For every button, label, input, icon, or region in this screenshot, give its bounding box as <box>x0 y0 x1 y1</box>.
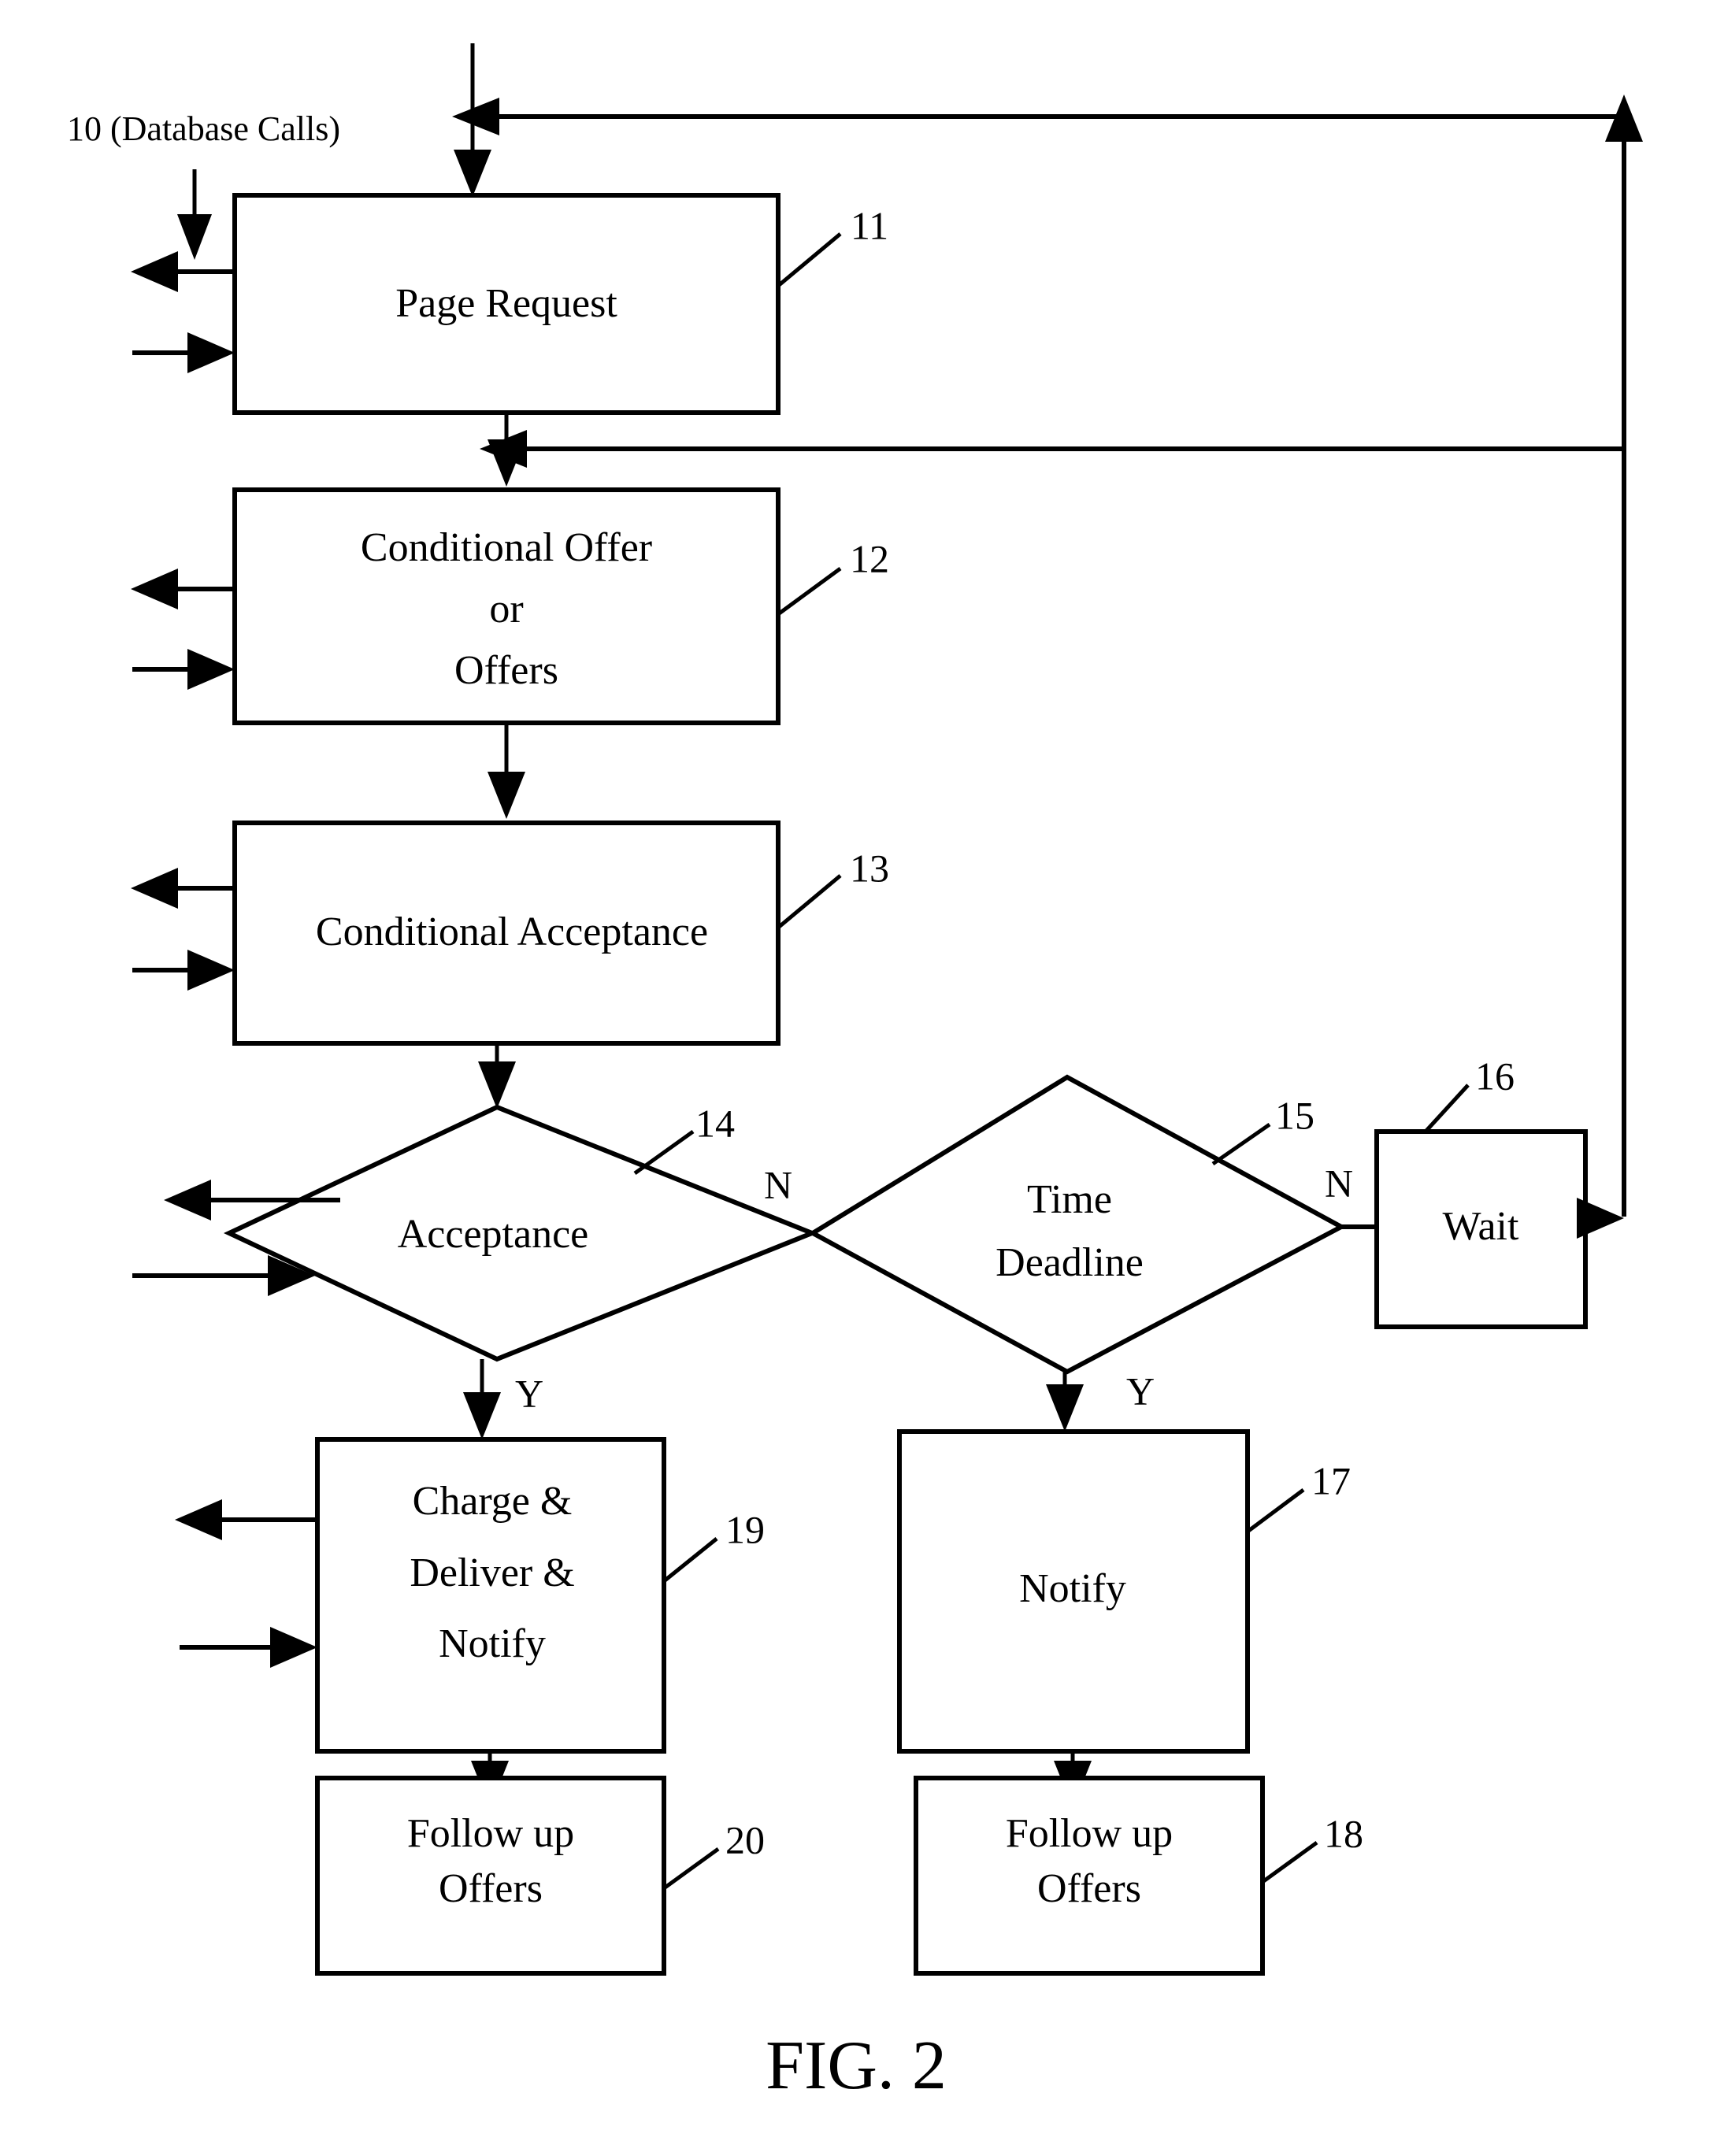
connector-wait-to-riser <box>1577 1198 1624 1239</box>
io-arrows-charge-deliver-notify <box>175 1499 317 1668</box>
node-page-request[interactable]: Page Request <box>232 193 780 415</box>
node-notify[interactable]: Notify <box>897 1429 1250 1754</box>
ref-15-leader: 15 <box>1211 1093 1314 1166</box>
ref-label-15: 15 <box>1275 1093 1314 1137</box>
ref-label-18: 18 <box>1324 1811 1363 1855</box>
time-deadline-diamond[interactable] <box>808 1074 1347 1375</box>
ref-19-leader: 19 <box>662 1507 765 1583</box>
ref-label-13: 13 <box>850 846 889 890</box>
conditional-offer-label-line1: Conditional Offer <box>361 525 652 570</box>
ref-11-leader: 11 <box>777 203 888 287</box>
time-deadline-label-line1: Time <box>1027 1177 1112 1222</box>
node-conditional-offer[interactable]: Conditional Offer or Offers <box>232 487 780 725</box>
notify-label: Notify <box>1019 1566 1126 1611</box>
branch-label-acceptance-yes: Y <box>515 1371 543 1415</box>
ref-16-leader: 16 <box>1424 1054 1515 1133</box>
feedback-line-second <box>480 430 1624 468</box>
flowchart-canvas: 10 (Database Calls) Page Request 11 Cond… <box>67 43 1643 2104</box>
branch-acceptance-yes: Y <box>463 1359 543 1439</box>
node-follow-up-offers-right[interactable]: Follow up Offers <box>914 1776 1265 1976</box>
feedback-line-top <box>452 98 1624 135</box>
ref-18-leader: 18 <box>1261 1811 1363 1884</box>
io-arrows-conditional-offer <box>131 569 235 690</box>
branch-label-acceptance-no: N <box>764 1162 792 1206</box>
io-arrows-page-request <box>131 251 235 373</box>
database-calls-annotation: 10 (Database Calls) <box>67 109 340 148</box>
branch-label-time-deadline-no: N <box>1325 1161 1353 1205</box>
wait-label: Wait <box>1443 1204 1519 1249</box>
acceptance-label: Acceptance <box>398 1212 588 1257</box>
ref-label-14: 14 <box>695 1101 735 1145</box>
branch-time-deadline-no: N <box>1325 1161 1377 1229</box>
node-follow-up-offers-left[interactable]: Follow up Offers <box>315 1776 666 1976</box>
ref-13-leader: 13 <box>777 846 889 929</box>
io-arrows-conditional-acceptance <box>131 868 235 991</box>
time-deadline-label-line2: Deadline <box>996 1240 1144 1285</box>
node-conditional-acceptance[interactable]: Conditional Acceptance <box>232 821 780 1046</box>
connector-offer-to-acceptance-box <box>488 723 525 819</box>
ref-12-leader: 12 <box>777 536 889 617</box>
ref-label-19: 19 <box>725 1507 765 1551</box>
feedback-riser-right <box>1605 94 1643 1217</box>
connector-page-request-to-offer <box>488 413 525 487</box>
conditional-offer-label-line3: Offers <box>454 648 558 693</box>
ref-label-16: 16 <box>1475 1054 1515 1098</box>
database-calls-arrow <box>177 169 212 260</box>
branch-label-time-deadline-yes: Y <box>1126 1369 1155 1413</box>
ref-label-17: 17 <box>1311 1458 1351 1502</box>
conditional-acceptance-label: Conditional Acceptance <box>316 909 708 954</box>
charge-deliver-notify-label-line2: Deliver & <box>410 1550 574 1595</box>
connector-acceptance-box-to-diamond <box>478 1043 516 1109</box>
branch-time-deadline-yes: Y <box>1046 1369 1155 1432</box>
patent-figure-2: 10 (Database Calls) Page Request 11 Cond… <box>0 0 1713 2156</box>
charge-deliver-notify-label-line3: Notify <box>439 1621 546 1666</box>
node-charge-deliver-notify[interactable]: Charge & Deliver & Notify <box>315 1437 666 1754</box>
follow-up-offers-right-label-line2: Offers <box>1037 1866 1141 1911</box>
node-time-deadline-decision[interactable]: Time Deadline <box>808 1074 1347 1375</box>
conditional-offer-label-line2: or <box>489 587 523 632</box>
page-request-label: Page Request <box>395 281 617 326</box>
ref-14-leader: 14 <box>633 1101 735 1176</box>
follow-up-offers-left-label-line2: Offers <box>439 1866 543 1911</box>
follow-up-offers-left-label-line1: Follow up <box>407 1811 574 1856</box>
figure-caption: FIG. 2 <box>766 2028 947 2104</box>
ref-label-11: 11 <box>851 203 888 247</box>
node-wait[interactable]: Wait <box>1374 1129 1588 1329</box>
ref-20-leader: 20 <box>662 1817 765 1891</box>
ref-label-20: 20 <box>725 1817 765 1861</box>
charge-deliver-notify-label-line1: Charge & <box>413 1479 573 1524</box>
ref-label-12: 12 <box>850 536 889 580</box>
ref-17-leader: 17 <box>1246 1458 1351 1534</box>
follow-up-offers-right-label-line1: Follow up <box>1006 1811 1173 1856</box>
